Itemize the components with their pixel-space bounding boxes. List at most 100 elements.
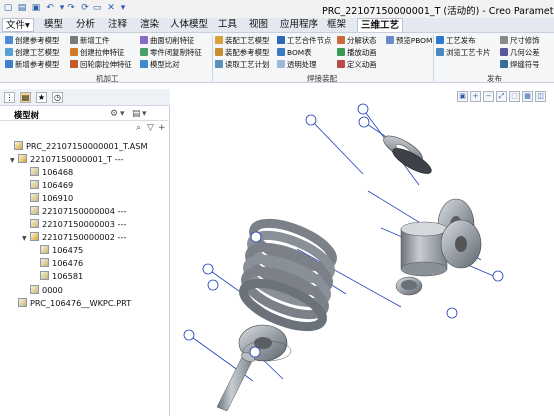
menu-3d-process[interactable]: 三维工艺 xyxy=(357,18,404,32)
saved-views-icon[interactable]: ▦ xyxy=(522,91,533,102)
display-style-icon[interactable]: ◫ xyxy=(535,91,546,102)
expand-icon[interactable]: ▼ xyxy=(10,155,18,166)
contour-extrude-button[interactable]: 回轮廓拉伸特征 xyxy=(70,59,132,70)
new-file-icon[interactable]: ▢ xyxy=(3,3,13,13)
animation-icon xyxy=(337,60,345,68)
tree-node[interactable]: 106910 xyxy=(22,193,73,204)
menu-annotate[interactable]: 注释 xyxy=(108,18,127,32)
undo-icon[interactable]: ↶ xyxy=(45,3,55,13)
preview-pbom-button[interactable]: 预览PBOM xyxy=(386,35,432,46)
transparency-button[interactable]: 透明处理 xyxy=(277,59,317,70)
surface-cut-button[interactable]: 曲面切削特征 xyxy=(140,35,194,46)
show-menu-icon[interactable]: ▤ xyxy=(132,109,141,119)
tree-node[interactable]: 106476 xyxy=(32,258,83,269)
regenerate-icon[interactable]: ⟳ xyxy=(80,3,90,13)
assembly-icon xyxy=(30,232,39,241)
dimension-decoration-button[interactable]: 尺寸修饰 xyxy=(500,35,540,46)
repaint-icon[interactable]: ▣ xyxy=(457,91,468,102)
refit-icon[interactable]: ⤢ xyxy=(496,91,507,102)
add-workpiece-button[interactable]: 新增工件 xyxy=(70,35,110,46)
graphics-window[interactable] xyxy=(171,89,554,416)
menu-applications[interactable]: 应用程序 xyxy=(280,18,318,32)
view-orient-icon[interactable]: ⬚ xyxy=(509,91,520,102)
redo-icon[interactable]: ↷ xyxy=(66,3,76,13)
bom-icon xyxy=(277,48,285,56)
cylinder-part[interactable] xyxy=(400,219,482,277)
menu-manikin[interactable]: 人体模型 xyxy=(170,18,208,32)
tree-toolbar: ⌕ ▽ + xyxy=(0,122,170,135)
explode-state-button[interactable]: 分解状态 xyxy=(337,35,377,46)
menu-model[interactable]: 模型 xyxy=(44,18,63,32)
copy-feature-button[interactable]: 零件闭复制特征 xyxy=(140,47,202,58)
read-process-plan-button[interactable]: 读取工艺计划 xyxy=(215,59,269,70)
extrude-icon xyxy=(70,48,78,56)
play-animation-button[interactable]: 播放动画 xyxy=(337,47,377,58)
create-process-model-button[interactable]: 创建工艺模型 xyxy=(5,47,59,58)
tree-node-root[interactable]: PRC_22107150000001_T.ASM xyxy=(6,141,148,152)
model-tree-tab-icon[interactable]: ⋮ xyxy=(4,92,15,103)
create-extrude-feature-button[interactable]: 创建拉伸特征 xyxy=(70,47,124,58)
menu-framework[interactable]: 框架 xyxy=(327,18,346,32)
tree-node[interactable]: 22107150000003 --- xyxy=(22,219,126,230)
assemble-process-model-button[interactable]: 装配工艺模型 xyxy=(215,35,269,46)
model-viewport[interactable] xyxy=(171,89,554,416)
weld-symbol-button[interactable]: 焊缝符号 xyxy=(500,59,540,70)
geometric-tolerance-button[interactable]: 几何公差 xyxy=(500,47,540,58)
customize-qa-icon[interactable]: ▾ xyxy=(118,3,128,13)
tree-node[interactable]: 106469 xyxy=(22,180,73,191)
tree-node[interactable]: 106581 xyxy=(32,271,83,282)
windows-icon[interactable]: ▭ xyxy=(92,3,102,13)
process-node-button[interactable]: 工艺合件节点 xyxy=(277,35,331,46)
favorites-tab-icon[interactable]: ★ xyxy=(36,92,47,103)
part-icon xyxy=(30,285,39,294)
assemble-reference-model-button[interactable]: 装配参考模型 xyxy=(215,47,269,58)
copy-feature-icon xyxy=(140,48,148,56)
add-reference-model-button[interactable]: 新增参考模型 xyxy=(5,59,59,70)
zoom-in-icon[interactable]: + xyxy=(470,91,481,102)
group-label-welding: 焊接装配 xyxy=(307,74,337,83)
search-icon[interactable]: ⌕ xyxy=(136,123,141,133)
menu-render[interactable]: 渲染 xyxy=(140,18,159,32)
expand-icon[interactable]: ▼ xyxy=(22,233,30,244)
dimension-icon xyxy=(500,36,508,44)
add-icon[interactable]: + xyxy=(158,123,166,133)
process-model-icon xyxy=(5,48,13,56)
publish-icon xyxy=(436,36,444,44)
history-tab-icon[interactable]: ◷ xyxy=(52,92,63,103)
bushing-part[interactable] xyxy=(395,276,423,296)
create-reference-model-button[interactable]: 创建参考模型 xyxy=(5,35,59,46)
zoom-out-icon[interactable]: − xyxy=(483,91,494,102)
save-icon[interactable]: ▣ xyxy=(31,3,41,13)
tree-node[interactable]: PRC_106476__WKPC.PRT xyxy=(10,298,131,309)
tree-node[interactable]: ▼ 22107150000001_T --- xyxy=(10,154,124,165)
workpiece-icon xyxy=(70,36,78,44)
model-compare-button[interactable]: 模型比对 xyxy=(140,59,180,70)
close-window-icon[interactable]: ✕ xyxy=(106,3,116,13)
settings-icon[interactable]: ⚙ xyxy=(110,109,118,119)
show-dropdown-icon[interactable]: ▾ xyxy=(142,109,147,119)
assembly-icon xyxy=(18,154,27,163)
tree-node[interactable]: 106475 xyxy=(32,245,83,256)
filter-icon[interactable]: ▽ xyxy=(147,123,154,133)
menu-file[interactable]: 文件▾ xyxy=(2,18,34,32)
part-icon xyxy=(40,258,49,267)
part-icon xyxy=(30,193,39,202)
menu-analysis[interactable]: 分析 xyxy=(76,18,95,32)
tree-node[interactable]: 22107150000004 --- xyxy=(22,206,126,217)
tolerance-icon xyxy=(500,48,508,56)
tree-node[interactable]: ▼ 22107150000002 --- xyxy=(22,232,126,243)
assemble-icon xyxy=(215,36,223,44)
define-animation-button[interactable]: 定义动画 xyxy=(337,59,377,70)
part-icon xyxy=(40,245,49,254)
process-publish-button[interactable]: 工艺发布 xyxy=(436,35,476,46)
settings-dropdown-icon[interactable]: ▾ xyxy=(120,109,125,119)
folder-browser-tab-icon[interactable]: ▤ xyxy=(20,92,31,103)
browse-process-card-button[interactable]: 浏览工艺卡片 xyxy=(436,47,490,58)
menu-tools[interactable]: 工具 xyxy=(218,18,237,32)
open-file-icon[interactable]: ▤ xyxy=(17,3,27,13)
read-plan-icon xyxy=(215,60,223,68)
tree-node[interactable]: 106468 xyxy=(22,167,73,178)
tree-node[interactable]: 0000 xyxy=(22,285,63,296)
menu-view[interactable]: 视图 xyxy=(249,18,268,32)
bom-table-button[interactable]: BOM表 xyxy=(277,47,312,58)
